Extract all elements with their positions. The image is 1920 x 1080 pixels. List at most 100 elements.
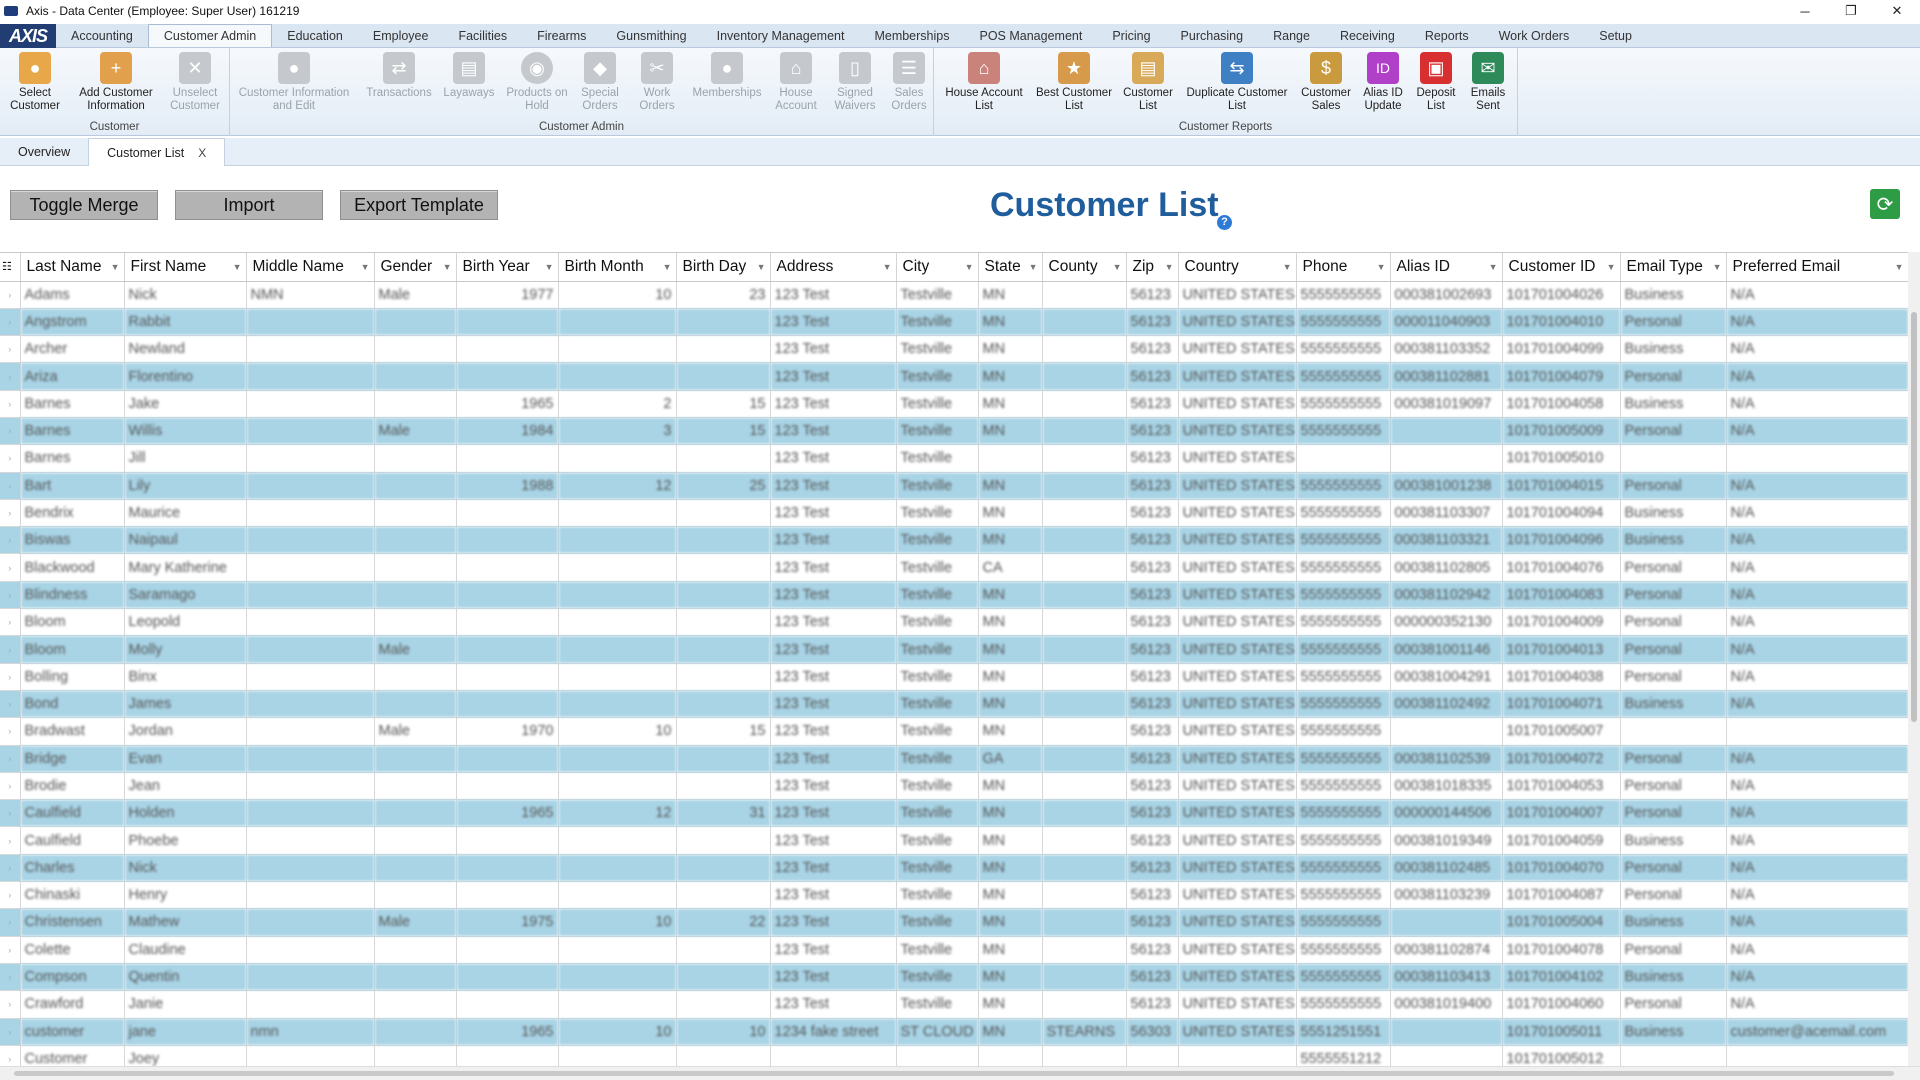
table-cell[interactable]: MN	[978, 826, 1043, 855]
table-cell[interactable]	[374, 1045, 457, 1066]
filter-icon[interactable]: ▼	[757, 262, 766, 272]
table-row[interactable]: › Bridge Evan 123 Test Testville GA 56123 UNITE…	[0, 745, 1908, 773]
table-cell[interactable]: 5555555555	[1296, 472, 1391, 500]
table-cell[interactable]: 5555555555	[1296, 854, 1391, 883]
table-cell[interactable]: 56123	[1126, 417, 1179, 446]
table-cell[interactable]: 123 Test	[770, 990, 897, 1019]
row-indicator[interactable]: ›	[0, 526, 21, 555]
table-cell[interactable]	[456, 335, 559, 364]
filter-icon[interactable]: ▼	[965, 262, 974, 272]
table-cell[interactable]: Customer	[20, 1045, 125, 1066]
table-cell[interactable]: ST CLOUD	[896, 1018, 979, 1046]
table-cell[interactable]: Personal	[1620, 608, 1727, 637]
table-cell[interactable]: 123 Test	[770, 499, 897, 528]
table-cell[interactable]	[558, 444, 677, 473]
table-cell[interactable]: 5555555555	[1296, 417, 1391, 446]
table-cell[interactable]	[1042, 908, 1127, 937]
table-row[interactable]: › Crawford Janie 123 Test Testville MN 56123 UN…	[0, 990, 1908, 1019]
menu-inventory-management[interactable]: Inventory Management	[702, 24, 860, 47]
table-cell[interactable]: Business	[1620, 335, 1727, 364]
menu-customer-admin[interactable]: Customer Admin	[147, 24, 273, 47]
table-cell[interactable]: 56123	[1126, 826, 1179, 855]
table-cell[interactable]: N/A	[1726, 526, 1908, 555]
table-cell[interactable]	[246, 526, 375, 555]
table-cell[interactable]: Saramago	[124, 581, 247, 610]
table-cell[interactable]	[1042, 881, 1127, 910]
table-cell[interactable]	[978, 444, 1043, 473]
table-cell[interactable]	[676, 335, 771, 364]
table-row[interactable]: › Customer Joey 5555551212 101701005012	[0, 1045, 1908, 1066]
table-cell[interactable]	[558, 745, 677, 773]
table-cell[interactable]	[1042, 826, 1127, 855]
table-cell[interactable]	[1042, 936, 1127, 964]
table-cell[interactable]: N/A	[1726, 963, 1908, 992]
table-cell[interactable]: 101701005004	[1502, 908, 1621, 937]
table-cell[interactable]: Bloom	[20, 608, 125, 637]
table-cell[interactable]	[558, 526, 677, 555]
table-cell[interactable]	[246, 499, 375, 528]
table-row[interactable]: › Blindness Saramago 123 Test Testville MN 561…	[0, 581, 1908, 610]
filter-icon[interactable]: ▼	[111, 262, 120, 272]
table-cell[interactable]	[374, 745, 457, 773]
table-cell[interactable]	[1390, 417, 1503, 446]
column-header[interactable]: First Name ▼	[124, 253, 247, 282]
table-cell[interactable]: 101701004007	[1502, 799, 1621, 828]
table-cell[interactable]: 1965	[456, 390, 559, 418]
column-header[interactable]: County ▼	[1042, 253, 1127, 282]
table-cell[interactable]: Testville	[896, 663, 979, 691]
house-account-list-button[interactable]: ⌂ House Account List	[942, 52, 1026, 113]
table-cell[interactable]	[246, 936, 375, 964]
table-row[interactable]: › Bolling Binx 123 Test Testville MN 56123 UNIT…	[0, 663, 1908, 691]
table-cell[interactable]	[374, 799, 457, 828]
table-cell[interactable]: Testville	[896, 390, 979, 418]
table-cell[interactable]: 101701004070	[1502, 854, 1621, 883]
table-cell[interactable]: Molly	[124, 635, 247, 664]
table-cell[interactable]: Holden	[124, 799, 247, 828]
table-cell[interactable]	[1390, 1045, 1503, 1066]
table-cell[interactable]: 000381103307	[1390, 499, 1503, 528]
table-cell[interactable]: MN	[978, 799, 1043, 828]
table-cell[interactable]	[1390, 717, 1503, 746]
table-cell[interactable]: 5555555555	[1296, 717, 1391, 746]
table-cell[interactable]: 1984	[456, 417, 559, 446]
row-indicator[interactable]: ›	[0, 335, 21, 364]
table-cell[interactable]: 5555555555	[1296, 526, 1391, 555]
row-indicator[interactable]: ›	[0, 635, 21, 664]
table-cell[interactable]: 10	[558, 717, 677, 746]
table-cell[interactable]: N/A	[1726, 608, 1908, 637]
table-cell[interactable]	[374, 526, 457, 555]
table-cell[interactable]: Phoebe	[124, 826, 247, 855]
toggle-merge-button[interactable]: Toggle Merge	[10, 190, 158, 220]
table-cell[interactable]: UNITED STATES	[1178, 717, 1297, 746]
table-cell[interactable]: 000381019349	[1390, 826, 1503, 855]
filter-icon[interactable]: ▼	[1607, 262, 1616, 272]
menu-pricing[interactable]: Pricing	[1097, 24, 1165, 47]
table-cell[interactable]: Testville	[896, 690, 979, 719]
menu-work-orders[interactable]: Work Orders	[1484, 24, 1585, 47]
table-row[interactable]: › Bradwast Jordan Male 1970 10 15 123 Test Testv…	[0, 717, 1908, 746]
column-header[interactable]: Birth Year ▼	[456, 253, 559, 282]
table-cell[interactable]: Personal	[1620, 881, 1727, 910]
table-cell[interactable]: 123 Test	[770, 799, 897, 828]
table-cell[interactable]: Angstrom	[20, 308, 125, 337]
row-indicator[interactable]: ›	[0, 1018, 21, 1046]
table-cell[interactable]: Testville	[896, 881, 979, 910]
table-cell[interactable]: 101701004009	[1502, 608, 1621, 637]
table-row[interactable]: › Charles Nick 123 Test Testville MN 56123 UNIT…	[0, 854, 1908, 883]
table-cell[interactable]: 101701004078	[1502, 936, 1621, 964]
table-row[interactable]: › Colette Claudine 123 Test Testville MN 56123…	[0, 936, 1908, 964]
table-cell[interactable]: 5555555555	[1296, 308, 1391, 337]
filter-icon[interactable]: ▼	[443, 262, 452, 272]
table-cell[interactable]: MN	[978, 881, 1043, 910]
table-cell[interactable]	[558, 635, 677, 664]
special-orders-button[interactable]: ◆ Special Orders	[572, 52, 628, 113]
table-cell[interactable]: Binx	[124, 663, 247, 691]
table-cell[interactable]: UNITED STATES	[1178, 1018, 1297, 1046]
table-cell[interactable]	[246, 717, 375, 746]
table-cell[interactable]: 000381001146	[1390, 635, 1503, 664]
table-cell[interactable]	[374, 553, 457, 582]
table-cell[interactable]: N/A	[1726, 990, 1908, 1019]
table-cell[interactable]: 1965	[456, 799, 559, 828]
table-cell[interactable]	[676, 963, 771, 992]
table-cell[interactable]	[374, 472, 457, 500]
